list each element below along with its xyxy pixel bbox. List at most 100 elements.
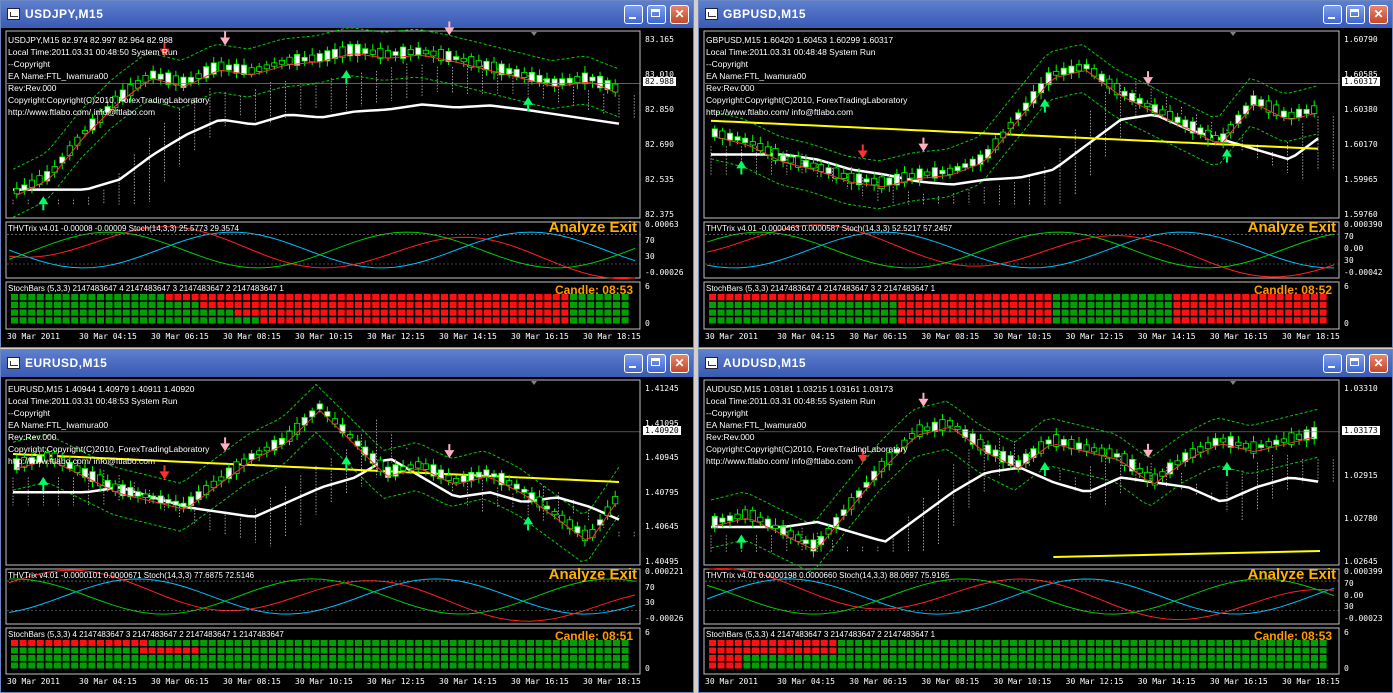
stochbar-cell: [363, 317, 371, 324]
stochbar-cell: [337, 317, 345, 324]
maximize-button[interactable]: [1346, 5, 1365, 24]
stochbar-cell: [906, 309, 914, 316]
stochbar-cell: [1199, 301, 1207, 308]
stochbar-cell: [45, 655, 53, 661]
stochbar-cell: [898, 309, 906, 316]
stochbar-cell: [88, 655, 96, 661]
stochbar-cell: [855, 662, 863, 669]
stochbar-cell: [312, 662, 319, 669]
stochbar-cell: [769, 647, 777, 654]
chart-window-usdjpy[interactable]: USDJPY,M15 ✕ USDJPY,M15 82.974 82.997 82…: [0, 0, 694, 348]
chart-canvas[interactable]: USDJPY,M15 82.974 82.997 82.964 82.988 Lo…: [5, 21, 689, 343]
maximize-button[interactable]: [647, 5, 666, 24]
stochbar-cell: [1207, 655, 1215, 661]
stochbar-cell: [958, 301, 966, 308]
stochbar-cell: [932, 317, 940, 324]
stochbar-cell: [820, 655, 828, 661]
chart-canvas[interactable]: AUDUSD,M15 1.03181 1.03215 1.03161 1.031…: [703, 379, 1388, 688]
stochbar-cell: [1096, 655, 1103, 661]
stochbar-cell: [1156, 301, 1164, 308]
maximize-button[interactable]: [1346, 354, 1365, 373]
chart-canvas[interactable]: GBPUSD,M15 1.60420 1.60453 1.60299 1.603…: [703, 30, 1388, 343]
chart-shift-marker-icon: [1230, 32, 1236, 36]
stochbar-cell: [45, 647, 53, 654]
stochbar-cell: [1311, 301, 1318, 308]
stochbar-cell: [363, 640, 371, 646]
stochbars-axis-label: 6: [645, 282, 650, 291]
stochbar-cell: [1233, 647, 1241, 654]
candle-bear: [757, 143, 764, 151]
time-axis-label: 30 Mar 14:15: [439, 332, 497, 341]
maximize-button[interactable]: [647, 354, 666, 373]
stochbar-cell: [578, 655, 586, 661]
stochbar-cell: [881, 662, 888, 669]
title-bar[interactable]: EURUSD,M15 ✕: [1, 350, 693, 377]
stochbar-cell: [191, 317, 199, 324]
candle-bull: [1303, 108, 1310, 115]
stochbar-cell: [62, 309, 70, 316]
info-line: Local Time:2011.03.31 00:48:55 System Ru…: [706, 396, 876, 406]
stochbar-cell: [36, 309, 44, 316]
stochbar-cell: [595, 301, 603, 308]
stochbar-cell: [915, 655, 923, 661]
stochbar-cell: [1121, 309, 1129, 316]
close-button[interactable]: ✕: [1369, 5, 1388, 24]
stochbar-cell: [234, 301, 242, 308]
chart-canvas[interactable]: EURUSD,M15 1.40944 1.40979 1.40911 1.409…: [5, 379, 689, 688]
stochbar-cell: [1182, 640, 1189, 646]
stochbar-cell: [432, 640, 440, 646]
candle-bear: [1227, 124, 1234, 134]
stochbars-axis-label: 6: [1344, 282, 1349, 291]
stochbar-cell: [191, 640, 199, 646]
candle-bull: [475, 471, 482, 478]
stochbar-cell: [898, 662, 906, 669]
stochbar-cell: [1190, 309, 1198, 316]
stochbar-cell: [795, 640, 802, 646]
sell-arrow-icon: [857, 150, 868, 159]
stochbar-cell: [777, 662, 785, 669]
close-button[interactable]: ✕: [670, 5, 689, 24]
stochbar-cell: [795, 294, 802, 301]
minimize-button[interactable]: [1323, 5, 1342, 24]
chart-window-audusd[interactable]: AUDUSD,M15 ✕ AUDUSD,M15 1.03181 1.03215 …: [698, 349, 1393, 693]
stochbar-cell: [1242, 640, 1250, 646]
stochbar-cell: [484, 662, 491, 669]
title-bar[interactable]: AUDUSD,M15 ✕: [699, 350, 1392, 377]
title-bar[interactable]: GBPUSD,M15 ✕: [699, 1, 1392, 28]
trix-axis-label: 0.00: [1344, 244, 1364, 253]
minimize-button[interactable]: [624, 354, 643, 373]
stochbar-cell: [174, 662, 182, 669]
close-button[interactable]: ✕: [1369, 354, 1388, 373]
chart-window-icon: [705, 8, 718, 20]
minimize-button[interactable]: [624, 5, 643, 24]
candle-bull: [21, 184, 28, 191]
candle-bear: [1242, 442, 1249, 449]
close-button[interactable]: ✕: [670, 354, 689, 373]
candle-bull: [1280, 110, 1287, 118]
info-line: http://www.ftlabo.com/ info@ftlabo.com: [706, 456, 854, 466]
candle-bear: [719, 130, 726, 139]
stochbar-cell: [217, 655, 225, 661]
stochbar-cell: [1311, 317, 1318, 324]
chart-window-eurusd[interactable]: EURUSD,M15 ✕ EURUSD,M15 1.40944 1.40979 …: [0, 349, 694, 693]
stochbar-cell: [466, 655, 474, 661]
stochbar-cell: [752, 647, 759, 654]
chart-window-gbpusd[interactable]: GBPUSD,M15 ✕ GBPUSD,M15 1.60420 1.60453 …: [698, 0, 1393, 348]
stochbar-cell: [544, 294, 552, 301]
stochbar-cell: [226, 640, 233, 646]
stochbar-cell: [389, 662, 397, 669]
minimize-button[interactable]: [1323, 354, 1342, 373]
stochbar-cell: [45, 662, 53, 669]
stochbar-cell: [251, 662, 259, 669]
stochbar-cell: [906, 647, 914, 654]
indicator-info-block: EURUSD,M15 1.40944 1.40979 1.40911 1.409…: [8, 383, 209, 467]
analyze-exit-label: Analyze Exit: [548, 566, 637, 583]
info-line: AUDUSD,M15 1.03181 1.03215 1.03161 1.031…: [706, 384, 894, 394]
stochbar-cell: [458, 294, 466, 301]
stochbar-cell: [380, 301, 388, 308]
stochbar-cell: [398, 294, 405, 301]
stochbar-cell: [1233, 317, 1241, 324]
stochbar-cell: [148, 655, 156, 661]
title-bar[interactable]: USDJPY,M15 ✕: [1, 1, 693, 28]
moving-average-yellow: [1053, 550, 1321, 558]
